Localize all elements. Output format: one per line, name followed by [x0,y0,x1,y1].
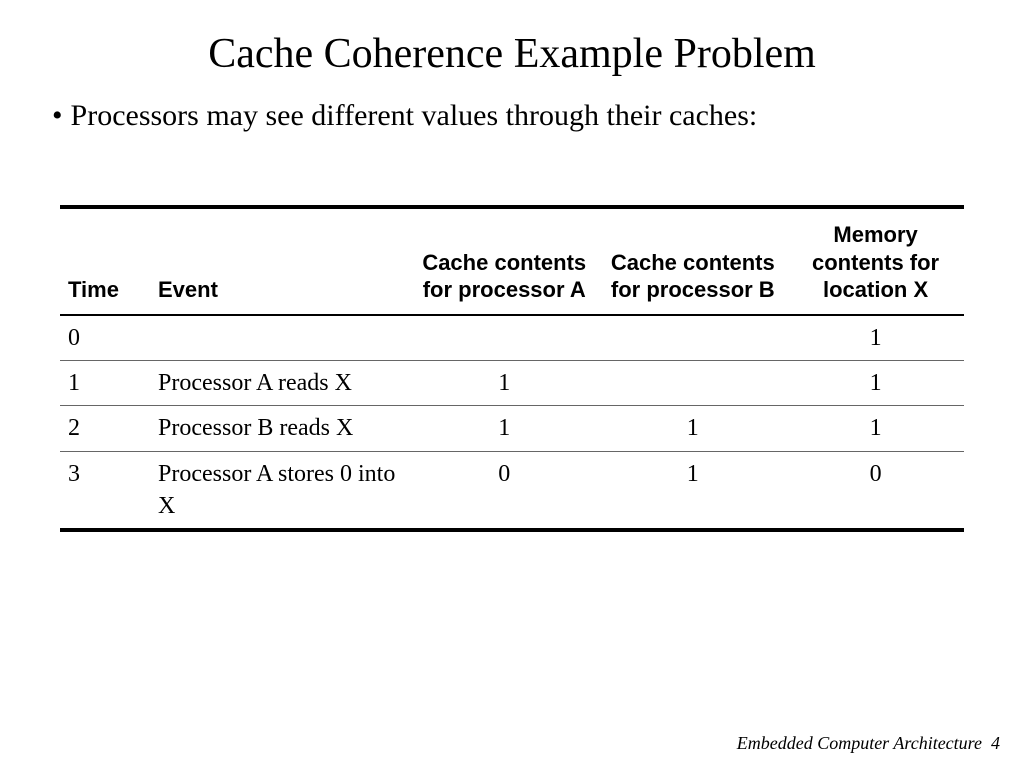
cell-event: Processor A stores 0 into X [150,451,410,530]
coherence-table: Time Event Cache contents for processor … [60,205,964,532]
col-header-a: Cache contents for processor A [410,207,598,315]
table-body: 0 1 1 Processor A reads X 1 1 2 Processo… [60,315,964,531]
table-header-row: Time Event Cache contents for processor … [60,207,964,315]
col-header-x: Memory contents for location X [787,207,964,315]
cell-a: 0 [410,451,598,530]
cell-x: 1 [787,315,964,361]
table-row: 3 Processor A stores 0 into X 0 1 0 [60,451,964,530]
cell-event: Processor B reads X [150,406,410,451]
bullet-item: • Processors may see different values th… [40,96,984,135]
cell-b [598,315,787,361]
table-row: 1 Processor A reads X 1 1 [60,360,964,405]
cell-a: 1 [410,360,598,405]
bullet-text: Processors may see different values thro… [71,96,984,135]
table-row: 0 1 [60,315,964,361]
bullet-dot-icon: • [52,96,63,135]
cell-time: 1 [60,360,150,405]
table-row: 2 Processor B reads X 1 1 1 [60,406,964,451]
cell-time: 2 [60,406,150,451]
cell-x: 1 [787,406,964,451]
col-header-time: Time [60,207,150,315]
cell-time: 0 [60,315,150,361]
cell-b: 1 [598,406,787,451]
cell-x: 1 [787,360,964,405]
cell-a: 1 [410,406,598,451]
footer-text: Embedded Computer Architecture [737,733,982,753]
col-header-event: Event [150,207,410,315]
cell-event [150,315,410,361]
footer-page: 4 [991,733,1000,753]
cell-b: 1 [598,451,787,530]
table-container: Time Event Cache contents for processor … [40,205,984,532]
cell-time: 3 [60,451,150,530]
col-header-b: Cache contents for processor B [598,207,787,315]
footer: Embedded Computer Architecture 4 [737,733,1000,754]
cell-event: Processor A reads X [150,360,410,405]
cell-x: 0 [787,451,964,530]
cell-a [410,315,598,361]
cell-b [598,360,787,405]
page-title: Cache Coherence Example Problem [40,30,984,78]
